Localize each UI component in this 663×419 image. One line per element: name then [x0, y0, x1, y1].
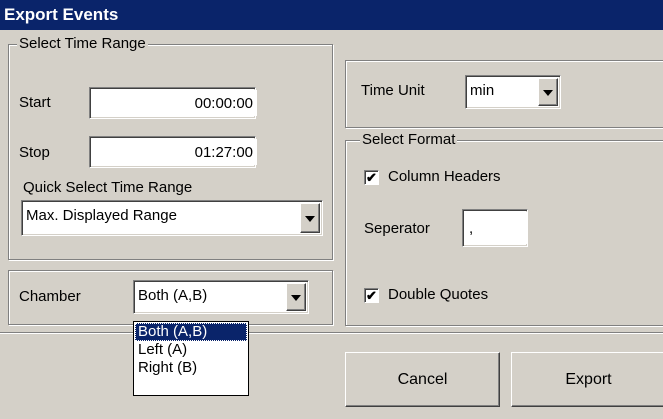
footer-separator [0, 332, 663, 334]
cancel-button[interactable]: Cancel [345, 352, 500, 407]
chevron-down-icon [291, 295, 301, 301]
chevron-down-icon [305, 216, 315, 222]
double-quotes-label[interactable]: Double Quotes [388, 285, 488, 305]
stop-label: Stop [19, 144, 50, 161]
chamber-label: Chamber [19, 288, 81, 305]
title-bar[interactable]: Export Events [0, 0, 663, 30]
time-unit-group: Time Unit min [345, 60, 663, 128]
chamber-combo[interactable]: Both (A,B) [133, 280, 309, 314]
column-headers-checkbox[interactable]: ✔ [364, 170, 379, 185]
separator-label: Seperator [364, 220, 430, 237]
separator-field-box [462, 209, 528, 247]
stop-time-input[interactable] [92, 139, 257, 165]
window-title: Export Events [4, 5, 119, 24]
chamber-group: Chamber Both (A,B) [8, 270, 333, 325]
time-unit-value: min [470, 82, 495, 99]
time-unit-label: Time Unit [361, 82, 425, 99]
chevron-down-icon [543, 90, 553, 96]
time-unit-combo[interactable]: min [465, 75, 561, 109]
chamber-option-right[interactable]: Right (B) [135, 359, 247, 377]
stop-time-field-box [89, 136, 257, 168]
start-time-input[interactable] [92, 90, 257, 116]
format-group: Select Format ✔ Column Headers Seperator… [345, 131, 663, 326]
chamber-option-both[interactable]: Both (A,B) [135, 323, 247, 341]
quick-select-combo[interactable]: Max. Displayed Range [21, 200, 323, 236]
quick-select-dropdown-button[interactable] [300, 203, 320, 233]
export-events-dialog: Export Events Select Time Range Start St… [0, 0, 663, 419]
time-range-legend: Select Time Range [17, 35, 148, 53]
start-label: Start [19, 94, 51, 111]
check-icon: ✔ [366, 170, 377, 185]
chamber-dropdown-list: Both (A,B) Left (A) Right (B) [133, 321, 249, 396]
separator-input[interactable] [465, 212, 527, 244]
format-legend: Select Format [360, 131, 458, 149]
double-quotes-checkbox[interactable]: ✔ [364, 288, 379, 303]
start-time-field-box [89, 87, 257, 119]
chamber-option-left[interactable]: Left (A) [135, 341, 247, 359]
quick-select-label: Quick Select Time Range [23, 179, 193, 196]
chamber-dropdown-button[interactable] [286, 283, 306, 311]
quick-select-value: Max. Displayed Range [26, 207, 177, 224]
chamber-value: Both (A,B) [138, 287, 208, 304]
column-headers-label[interactable]: Column Headers [388, 167, 501, 187]
export-button[interactable]: Export [511, 352, 663, 407]
time-range-group: Select Time Range Start Stop Quick Selec… [8, 35, 333, 260]
time-unit-dropdown-button[interactable] [538, 78, 558, 106]
check-icon: ✔ [366, 288, 377, 303]
